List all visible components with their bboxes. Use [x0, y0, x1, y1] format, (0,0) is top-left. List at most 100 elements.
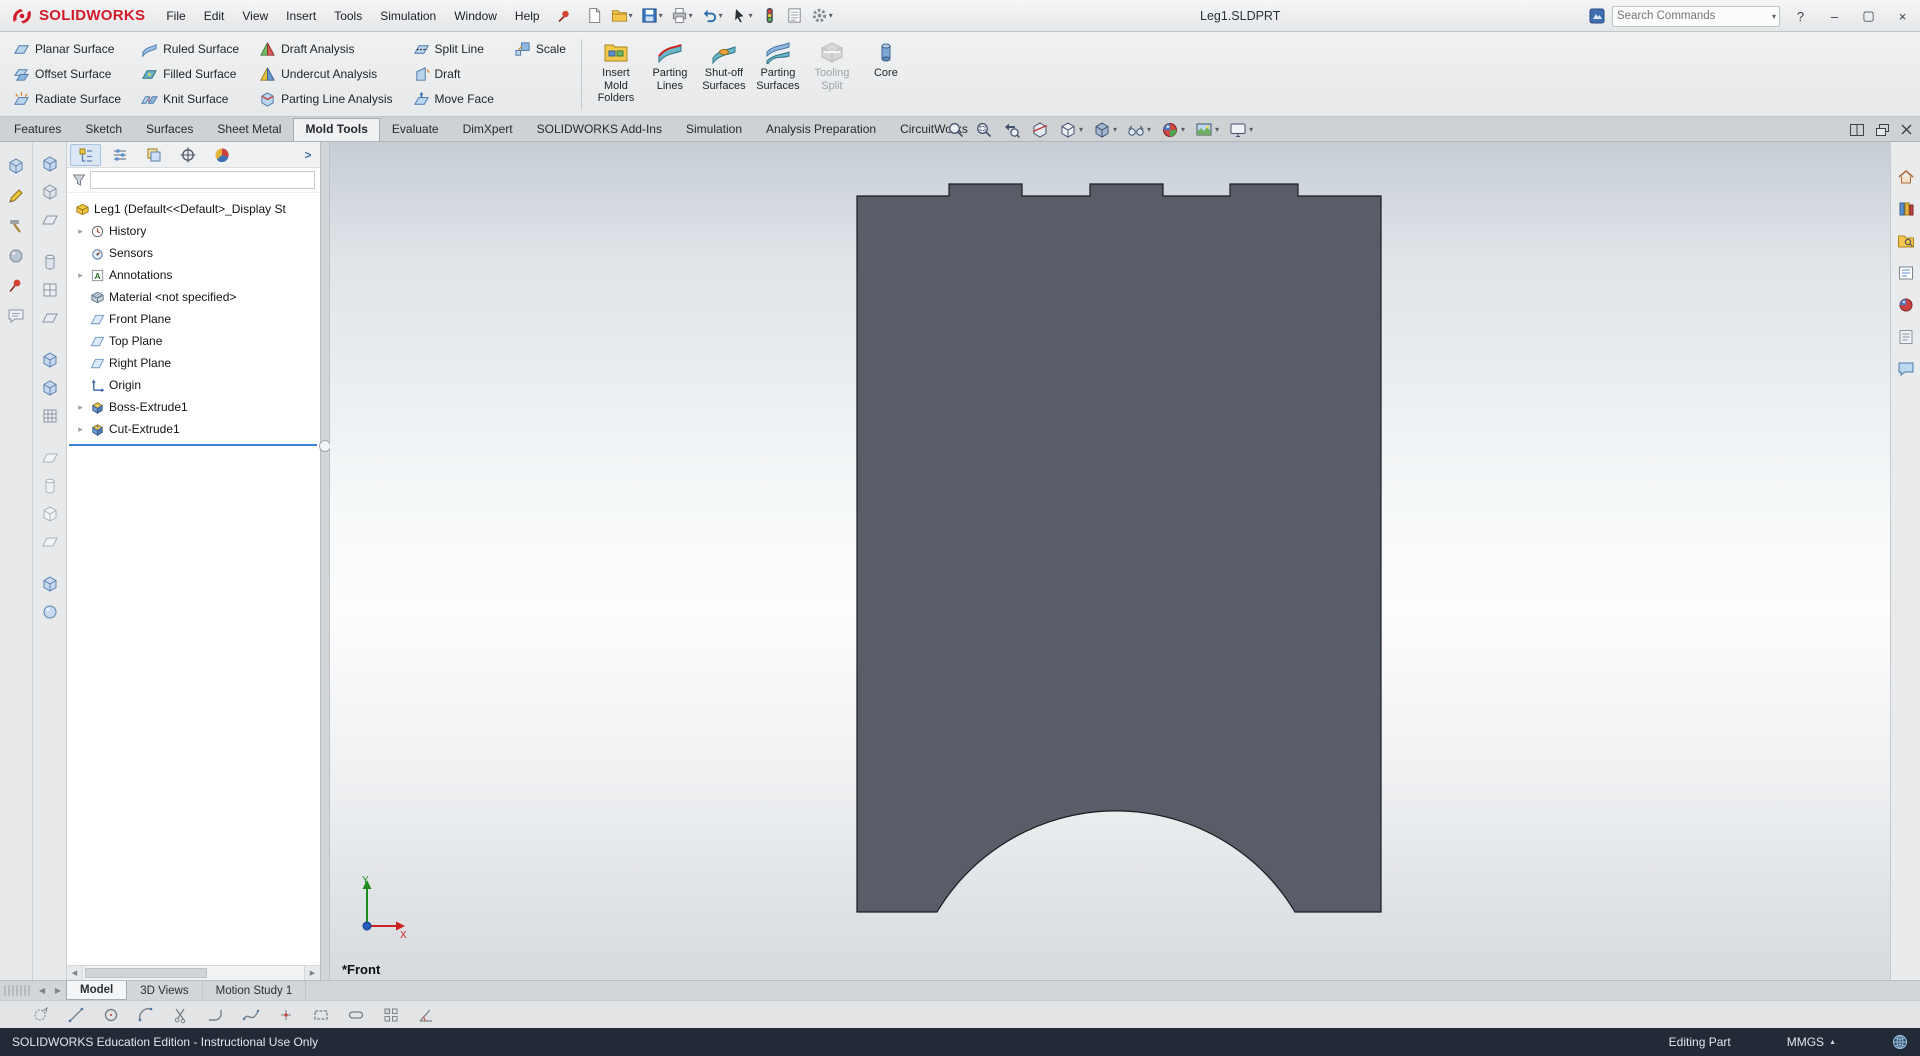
tab-mold-tools[interactable]: Mold Tools [293, 118, 380, 141]
tab-features[interactable]: Features [2, 117, 73, 141]
filled-surface-button[interactable]: Filled Surface [137, 62, 243, 86]
tab-evaluate[interactable]: Evaluate [380, 117, 451, 141]
tab-3d-views[interactable]: 3D Views [127, 981, 203, 1000]
tree-item-cut-extrude1[interactable]: ▸ Cut-Extrude1 [67, 418, 320, 440]
view-settings-button[interactable]: ▾ [1228, 120, 1254, 140]
scale-button[interactable]: Scale [510, 37, 570, 61]
tree-item-right-plane[interactable]: Right Plane [67, 352, 320, 374]
tree-item-origin[interactable]: Origin [67, 374, 320, 396]
tab-motion-study-1[interactable]: Motion Study 1 [203, 981, 307, 1000]
rebuild-button[interactable] [758, 5, 781, 26]
circle-tool-button[interactable] [100, 1004, 122, 1026]
draft-analysis-button[interactable]: Draft Analysis [255, 37, 396, 61]
appearance-tool-button[interactable] [4, 244, 28, 267]
feature-tool-button[interactable] [38, 306, 62, 329]
expand-arrow-icon[interactable]: ▸ [75, 402, 86, 413]
tree-item-history[interactable]: ▸ History [67, 220, 320, 242]
smart-dimension-button[interactable] [415, 1004, 437, 1026]
search-scope-icon[interactable] [1589, 8, 1605, 24]
expand-arrow-icon[interactable]: ▸ [75, 270, 86, 281]
tab-sheet-metal[interactable]: Sheet Metal [205, 117, 293, 141]
menu-file[interactable]: File [157, 5, 194, 27]
trim-tool-button[interactable] [170, 1004, 192, 1026]
tree-item-annotations[interactable]: ▸ A Annotations [67, 264, 320, 286]
rectangle-tool-button[interactable] [310, 1004, 332, 1026]
pin-menu-button[interactable] [557, 9, 571, 23]
tab-scroll-right-button[interactable]: ▶ [50, 981, 66, 1000]
menu-help[interactable]: Help [506, 5, 549, 27]
apply-scene-button[interactable]: ▾ [1194, 120, 1220, 140]
tree-filter-input[interactable] [90, 171, 315, 189]
file-properties-button[interactable] [783, 5, 806, 26]
tab-scroll-left-button[interactable]: ◀ [34, 981, 50, 1000]
panel-expand-chevron[interactable]: > [299, 148, 317, 162]
edit-appearance-button[interactable]: ▾ [1160, 120, 1186, 140]
feature-tool-button[interactable] [38, 404, 62, 427]
configurationmanager-tab[interactable] [138, 144, 169, 166]
scroll-right-button[interactable]: ▶ [304, 966, 320, 980]
feature-tool-button[interactable] [38, 376, 62, 399]
menu-window[interactable]: Window [445, 5, 506, 27]
marker-tool-button[interactable] [4, 274, 28, 297]
menu-view[interactable]: View [233, 5, 277, 27]
expand-arrow-icon[interactable]: ▸ [75, 226, 86, 237]
pattern-tool-button[interactable] [380, 1004, 402, 1026]
tab-model[interactable]: Model [66, 981, 128, 1000]
feature-tool-button[interactable] [38, 348, 62, 371]
select-button[interactable]: ▾ [728, 5, 756, 26]
parting-surfaces-button[interactable]: Parting Surfaces [752, 36, 804, 113]
displaymanager-tab[interactable] [206, 144, 237, 166]
appearances-button[interactable] [1894, 294, 1918, 316]
feature-tool-button[interactable] [38, 278, 62, 301]
zoom-to-fit-button[interactable] [946, 120, 966, 140]
tab-splitter-grip[interactable] [4, 985, 30, 996]
instant2d-button[interactable] [30, 1004, 52, 1026]
draft-button[interactable]: Draft [409, 62, 498, 86]
part-tool-button[interactable] [4, 154, 28, 177]
menu-insert[interactable]: Insert [277, 5, 325, 27]
graphics-area[interactable]: Y X *Front [330, 142, 1890, 980]
forum-button[interactable] [1894, 358, 1918, 380]
tree-root-item[interactable]: Leg1 (Default<<Default>_Display St [67, 198, 320, 220]
custom-properties-button[interactable] [1894, 326, 1918, 348]
core-button[interactable]: Core [860, 36, 912, 113]
maximize-button[interactable]: ▢ [1855, 5, 1882, 27]
move-face-button[interactable]: Move Face [409, 87, 498, 111]
scrollbar-thumb[interactable] [85, 968, 207, 978]
tab-dimxpert[interactable]: DimXpert [451, 117, 525, 141]
design-library-button[interactable] [1894, 198, 1918, 220]
parting-line-analysis-button[interactable]: Parting Line Analysis [255, 87, 396, 111]
line-tool-button[interactable] [65, 1004, 87, 1026]
hide-show-items-button[interactable]: ▾ [1126, 120, 1152, 140]
insert-mold-folders-button[interactable]: Insert Mold Folders [590, 36, 642, 113]
zoom-to-area-button[interactable] [974, 120, 994, 140]
radiate-surface-button[interactable]: Radiate Surface [9, 87, 125, 111]
scroll-left-button[interactable]: ◀ [67, 966, 83, 980]
offset-surface-button[interactable]: Offset Surface [9, 62, 125, 86]
part-face[interactable] [856, 183, 1382, 913]
tree-item-top-plane[interactable]: Top Plane [67, 330, 320, 352]
tab-surfaces[interactable]: Surfaces [134, 117, 205, 141]
menu-edit[interactable]: Edit [195, 5, 234, 27]
dimxpertmanager-tab[interactable] [172, 144, 203, 166]
slot-tool-button[interactable] [345, 1004, 367, 1026]
scrollbar-track[interactable] [83, 966, 304, 980]
feature-tool-button[interactable] [38, 180, 62, 203]
feature-tool-button[interactable] [38, 502, 62, 525]
save-button[interactable]: ▾ [638, 5, 666, 26]
display-style-button[interactable]: ▾ [1092, 120, 1118, 140]
view-orientation-button[interactable]: ▾ [1058, 120, 1084, 140]
help-button[interactable]: ? [1787, 5, 1814, 27]
resources-button[interactable] [1894, 166, 1918, 188]
feature-tool-button[interactable] [38, 572, 62, 595]
point-tool-button[interactable] [275, 1004, 297, 1026]
tools-button[interactable] [4, 214, 28, 237]
restore-document-button[interactable] [1876, 123, 1889, 136]
undercut-analysis-button[interactable]: Undercut Analysis [255, 62, 396, 86]
propertymanager-tab[interactable] [104, 144, 135, 166]
knit-surface-button[interactable]: Knit Surface [137, 87, 243, 111]
tab-solidworks-add-ins[interactable]: SOLIDWORKS Add-Ins [525, 117, 674, 141]
units-selector[interactable]: MMGS ▲ [1787, 1035, 1836, 1049]
close-document-button[interactable] [1901, 124, 1912, 135]
file-explorer-button[interactable] [1894, 230, 1918, 252]
